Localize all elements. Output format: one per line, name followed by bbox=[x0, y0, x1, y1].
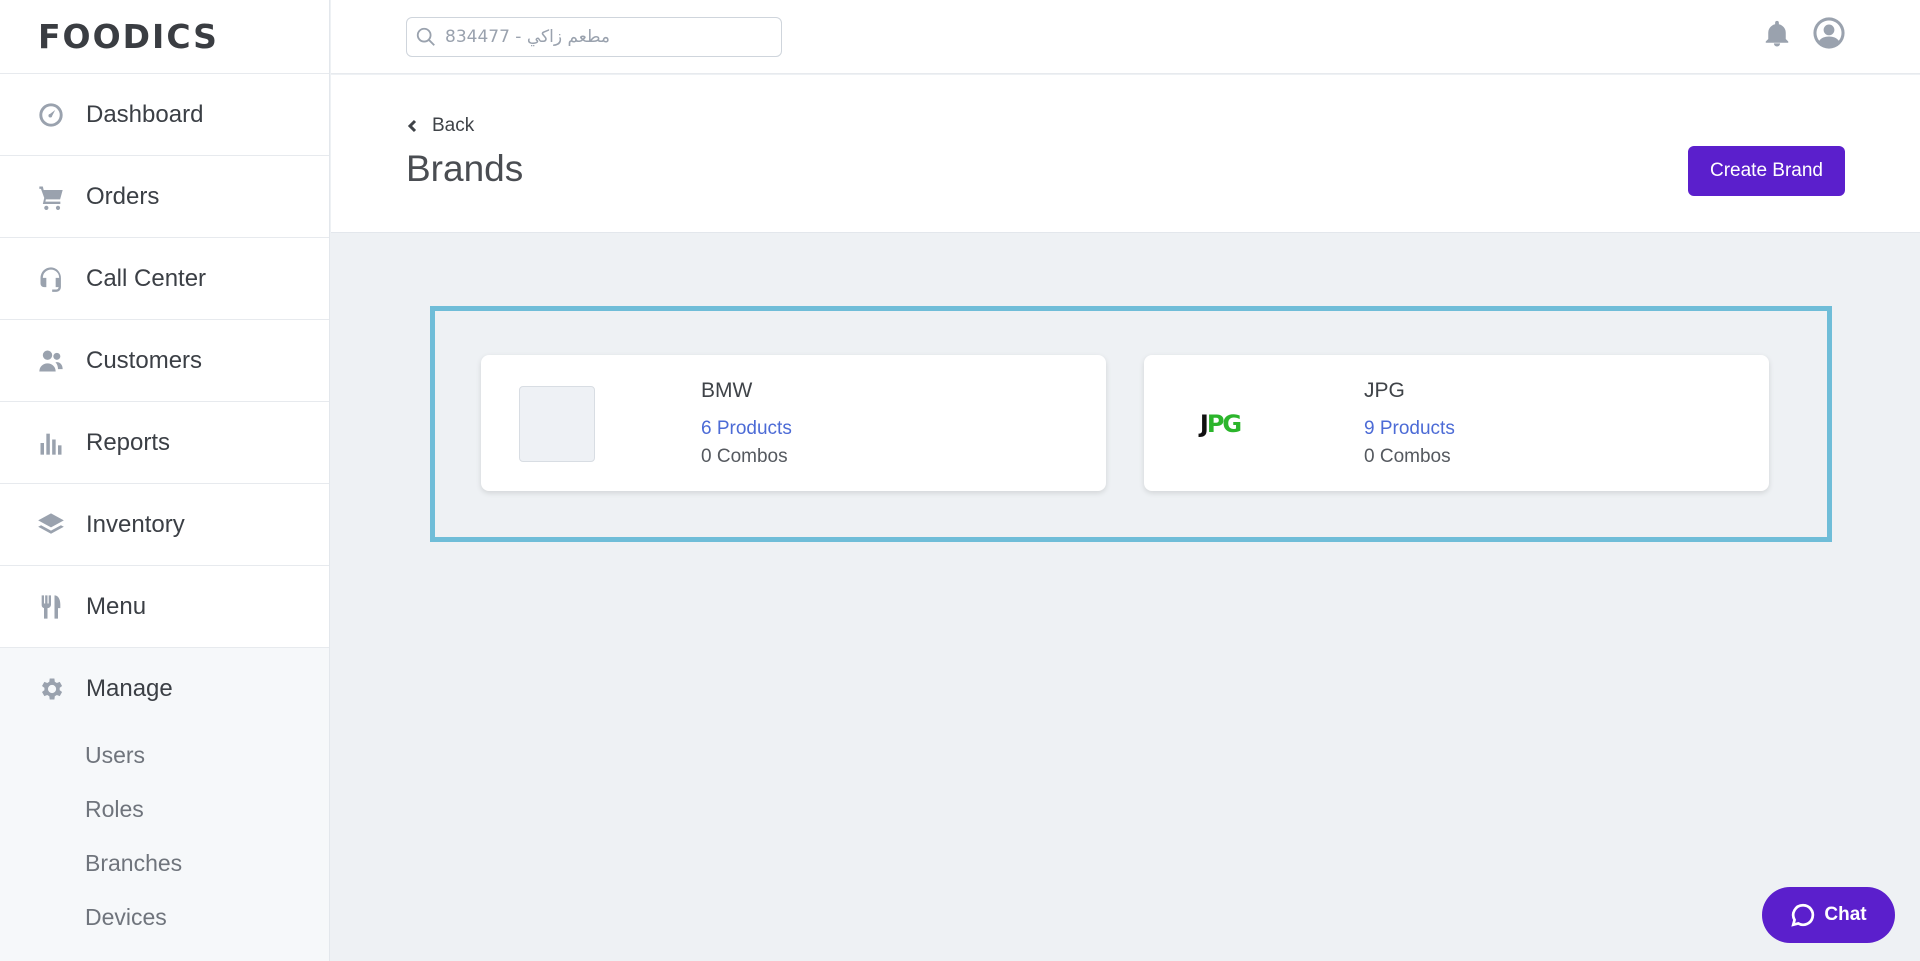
sidebar-item-label: Orders bbox=[86, 182, 160, 210]
sidebar-item-label: Customers bbox=[86, 346, 203, 374]
chat-button[interactable]: Chat bbox=[1762, 887, 1895, 943]
sidebar-item-label: Call Center bbox=[86, 264, 207, 292]
headset-icon bbox=[36, 264, 66, 294]
brand-image-placeholder bbox=[519, 386, 595, 462]
sidebar-subitem-users[interactable]: Users bbox=[0, 728, 329, 782]
user-avatar-icon[interactable] bbox=[1812, 16, 1846, 50]
chat-bubble-icon bbox=[1791, 903, 1815, 927]
brand-logo-jpg: JPG bbox=[1182, 386, 1258, 462]
chevron-left-icon bbox=[407, 119, 417, 133]
brand-products-link[interactable]: 6 Products bbox=[701, 418, 792, 440]
sidebar-item-dashboard[interactable]: Dashboard bbox=[0, 74, 329, 156]
brand-card-bmw[interactable]: BMW 6 Products 0 Combos bbox=[481, 355, 1106, 491]
brand-name: JPG bbox=[1364, 379, 1405, 402]
sidebar-item-menu[interactable]: Menu bbox=[0, 566, 329, 648]
search-icon bbox=[416, 27, 435, 46]
search-input[interactable] bbox=[445, 27, 765, 47]
brand-card-jpg[interactable]: JPG JPG 9 Products 0 Combos bbox=[1144, 355, 1769, 491]
sidebar-subitem-devices[interactable]: Devices bbox=[0, 890, 329, 944]
bar-chart-icon bbox=[36, 428, 66, 458]
back-label: Back bbox=[432, 115, 475, 136]
sidebar-item-label: Reports bbox=[86, 428, 171, 456]
brand-name: BMW bbox=[701, 379, 753, 402]
layers-icon bbox=[36, 510, 66, 540]
page-title: Brands bbox=[406, 148, 524, 189]
sidebar-item-label: Menu bbox=[86, 592, 147, 620]
brand-products-link[interactable]: 9 Products bbox=[1364, 418, 1455, 440]
jpg-logo-text: JPG bbox=[1199, 410, 1242, 438]
sidebar: FOODICS Dashboard Orders Call Center Cus… bbox=[0, 0, 330, 961]
sidebar-item-orders[interactable]: Orders bbox=[0, 156, 329, 238]
create-brand-button[interactable]: Create Brand bbox=[1688, 146, 1845, 196]
search-box[interactable] bbox=[406, 17, 782, 57]
sidebar-item-customers[interactable]: Customers bbox=[0, 320, 329, 402]
page-header: Back Brands Create Brand bbox=[331, 75, 1920, 233]
chat-label: Chat bbox=[1824, 904, 1867, 925]
dashboard-icon bbox=[36, 100, 66, 130]
brand-combos-count: 0 Combos bbox=[1364, 446, 1451, 467]
sidebar-subitem-discounts[interactable]: Discounts bbox=[0, 944, 329, 961]
brand-combos-count: 0 Combos bbox=[701, 446, 788, 467]
foodics-logo[interactable]: FOODICS bbox=[0, 0, 329, 74]
sidebar-item-manage[interactable]: Manage bbox=[0, 650, 329, 728]
top-bar bbox=[331, 0, 1920, 74]
sidebar-item-label: Manage bbox=[86, 675, 173, 702]
sidebar-manage-section: Manage Users Roles Branches Devices Disc… bbox=[0, 648, 329, 961]
customers-icon bbox=[36, 346, 66, 376]
sidebar-subitem-roles[interactable]: Roles bbox=[0, 782, 329, 836]
sidebar-item-label: Dashboard bbox=[86, 100, 204, 128]
back-link[interactable]: Back bbox=[406, 115, 474, 137]
sidebar-subitem-branches[interactable]: Branches bbox=[0, 836, 329, 890]
sidebar-item-call-center[interactable]: Call Center bbox=[0, 238, 329, 320]
sidebar-item-label: Inventory bbox=[86, 510, 185, 538]
sidebar-item-inventory[interactable]: Inventory bbox=[0, 484, 329, 566]
sidebar-item-reports[interactable]: Reports bbox=[0, 402, 329, 484]
gear-icon bbox=[36, 674, 66, 704]
cart-icon bbox=[36, 182, 66, 212]
utensils-icon bbox=[36, 592, 66, 622]
notifications-bell-icon[interactable] bbox=[1762, 17, 1792, 51]
